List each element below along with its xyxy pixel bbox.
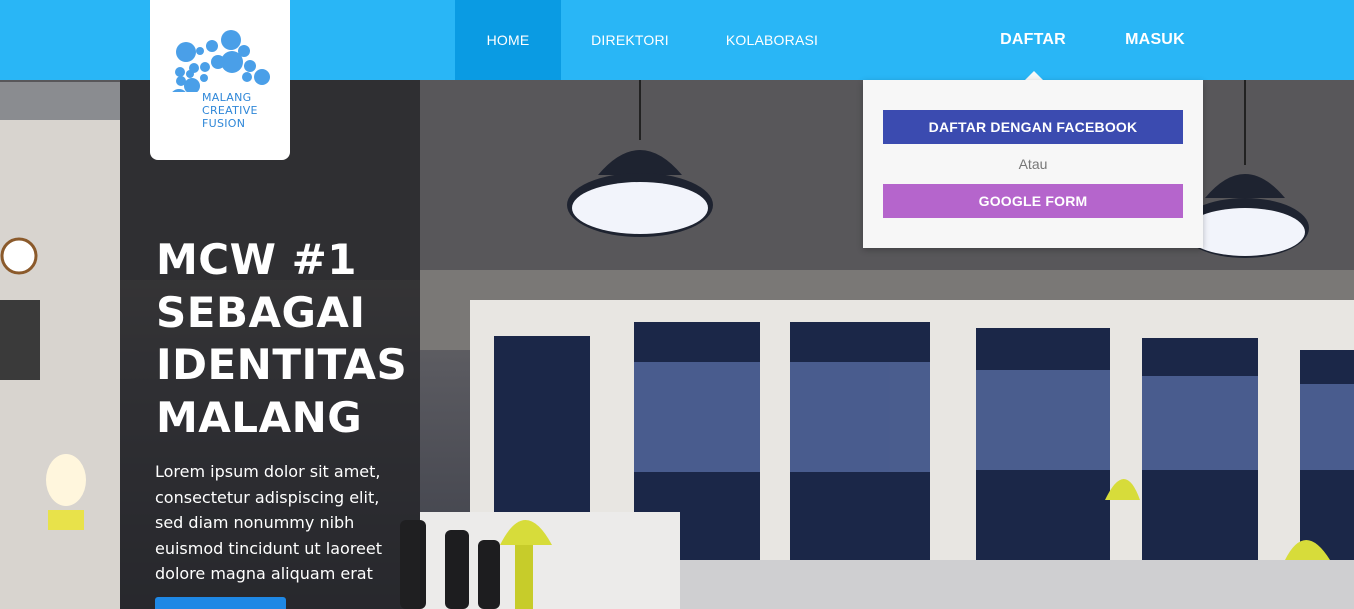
logo-wordmark-line: MALANG bbox=[202, 91, 252, 104]
nav-item-kolaborasi[interactable]: KOLABORASI bbox=[712, 0, 832, 80]
hero-description: Lorem ipsum dolor sit amet, consectetur … bbox=[155, 459, 405, 587]
daftar-facebook-button[interactable]: DAFTAR DENGAN FACEBOOK bbox=[883, 110, 1183, 144]
nav-masuk-button[interactable]: MASUK bbox=[1112, 0, 1198, 80]
nav-daftar-button[interactable]: DAFTAR bbox=[990, 0, 1076, 80]
hero-description-line: euismod tincidunt ut laoreet bbox=[155, 538, 383, 558]
daftar-dropdown-menu: DAFTAR DENGAN FACEBOOK Atau GOOGLE FORM bbox=[863, 80, 1203, 248]
nav-item-direktori[interactable]: DIREKTORI bbox=[575, 0, 685, 80]
dropdown-caret-icon bbox=[1025, 71, 1043, 80]
hero-description-line: Lorem ipsum dolor sit amet, bbox=[155, 462, 381, 481]
logo-wordmark: MALANG CREATIVE FUSION bbox=[202, 91, 286, 130]
hero-description-line: dolore magna aliquam erat bbox=[155, 564, 373, 584]
hero-headline-line: MALANG bbox=[156, 392, 363, 442]
dropdown-or-separator: Atau bbox=[1018, 156, 1048, 172]
hero-description-line: sed diam nonummy nibh bbox=[155, 513, 355, 533]
nav-item-home[interactable]: HOME bbox=[455, 0, 561, 80]
hero-headline-line: MCW #1 bbox=[156, 235, 357, 284]
hero-description-line: consectetur adispiscing elit, bbox=[155, 487, 380, 507]
google-form-button[interactable]: GOOGLE FORM bbox=[883, 184, 1183, 218]
hero-secondary-link[interactable] bbox=[305, 600, 365, 609]
hero-cta-button[interactable] bbox=[155, 597, 286, 609]
bubble-logo-icon bbox=[172, 30, 270, 92]
site-logo[interactable]: MALANG CREATIVE FUSION bbox=[150, 0, 290, 160]
hero-headline-line: SEBAGAI bbox=[156, 287, 366, 337]
logo-wordmark-line: CREATIVE bbox=[202, 104, 258, 117]
hero-headline: MCW #1 SEBAGAI IDENTITAS MALANG bbox=[156, 234, 416, 444]
hero-headline-line: IDENTITAS bbox=[156, 340, 408, 389]
logo-wordmark-line: FUSION bbox=[202, 117, 246, 130]
